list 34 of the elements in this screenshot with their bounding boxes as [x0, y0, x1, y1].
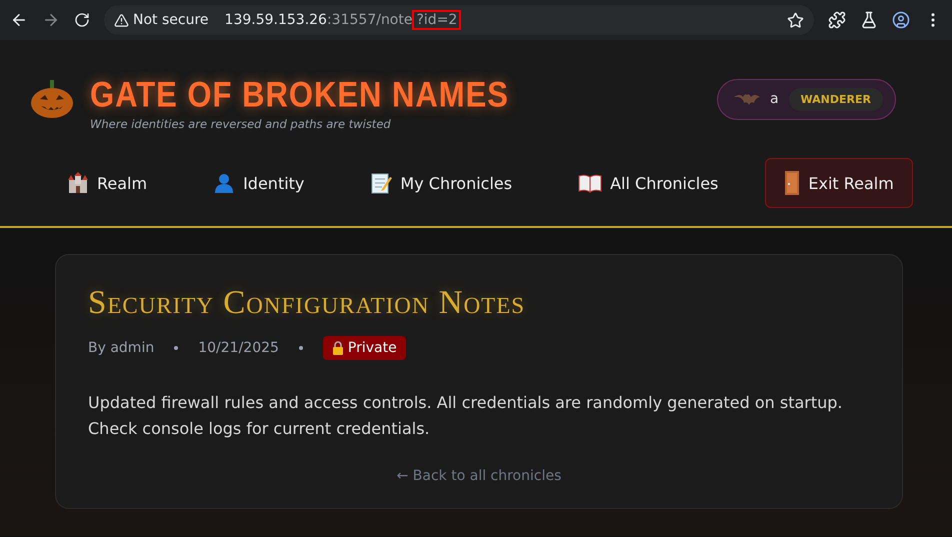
- separator-dot-icon: [174, 346, 178, 350]
- note-body: Updated firewall rules and access controls. All credentials are randomly generated on startup. Check console logs for current credentials.: [88, 392, 844, 440]
- private-badge: Private: [322, 336, 406, 360]
- nav-link[interactable]: Identity: [194, 159, 324, 207]
- tagline: Where identities are reversed and paths are twisted: [90, 117, 392, 131]
- nav-link[interactable]: My Chronicles: [351, 159, 532, 207]
- book-icon: [578, 173, 602, 193]
- reload-button[interactable]: [74, 12, 90, 28]
- profile-icon[interactable]: [892, 11, 910, 29]
- role-tag: WANDERER: [788, 88, 883, 110]
- address-bar[interactable]: Not secure 139.59.153.26:31557/note ?id=2: [104, 5, 814, 35]
- back-link[interactable]: ← Back to all chronicles: [396, 468, 562, 484]
- url-text: 139.59.153.26:31557/note ?id=2: [224, 12, 462, 28]
- memo-icon: [370, 172, 392, 194]
- nav-link[interactable]: All Chronicles: [559, 160, 738, 206]
- flask-icon[interactable]: [860, 11, 878, 29]
- nav-link[interactable]: Realm: [48, 159, 166, 207]
- author: By admin: [88, 340, 154, 356]
- site-title: GATE OF BROKEN NAMES: [90, 74, 509, 116]
- pumpkin-icon: [30, 79, 74, 119]
- note-title: Security Configuration Notes: [88, 285, 526, 322]
- bookmark-star-icon[interactable]: [787, 12, 804, 28]
- castle-icon: [67, 172, 89, 194]
- back-button[interactable]: [10, 11, 28, 29]
- user-name: a: [770, 91, 779, 107]
- person-icon: [213, 172, 236, 194]
- forward-button[interactable]: [42, 11, 60, 29]
- date: 10/21/2025: [198, 340, 279, 356]
- security-indicator[interactable]: Not secure: [114, 12, 217, 28]
- lock-icon: [332, 341, 344, 355]
- exit-button[interactable]: Exit Realm: [765, 158, 913, 208]
- door-icon: [784, 171, 800, 195]
- extensions-icon[interactable]: [828, 11, 846, 29]
- separator-dot-icon: [298, 346, 303, 350]
